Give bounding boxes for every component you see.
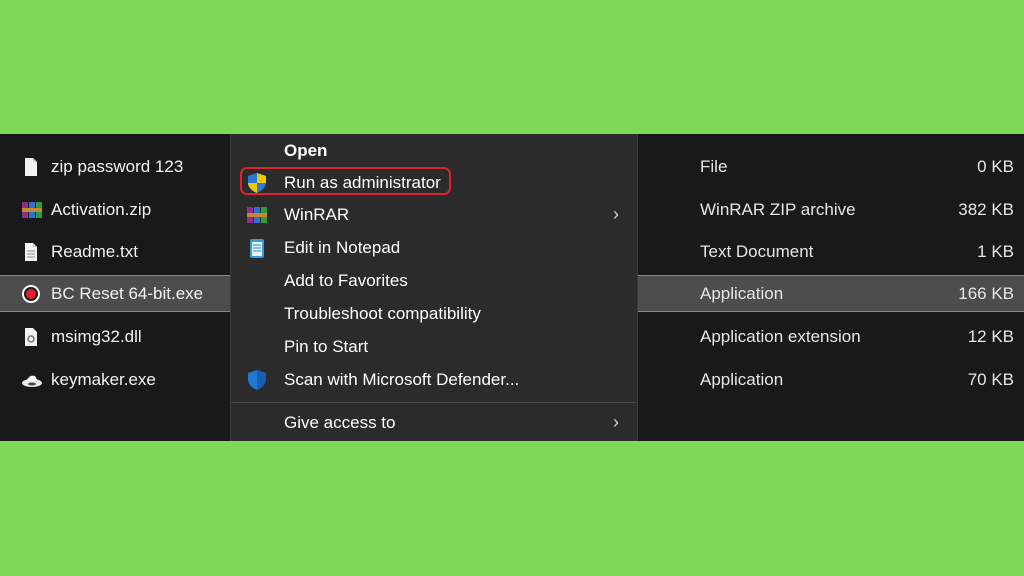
file-name: zip password 123	[51, 157, 184, 176]
menu-item-label: Open	[284, 141, 328, 160]
chevron-right-icon: ›	[613, 412, 619, 432]
menu-item-label: WinRAR	[284, 205, 350, 224]
menu-item-edit-in-notepad[interactable]: Edit in Notepad	[231, 232, 637, 264]
winrar-icon	[245, 204, 269, 226]
file-name: msimg32.dll	[51, 327, 142, 346]
dll-file-icon	[21, 327, 41, 347]
file-size: 166 KB	[958, 284, 1014, 303]
file-type: WinRAR ZIP archive	[700, 200, 856, 219]
file-type: Text Document	[700, 242, 814, 261]
keymaker-icon	[21, 370, 42, 390]
defender-shield-icon	[245, 369, 269, 391]
menu-item-winrar[interactable]: WinRAR ›	[231, 199, 637, 231]
file-name: keymaker.exe	[51, 370, 156, 389]
menu-item-label: Give access to	[284, 413, 396, 432]
menu-item-troubleshoot-compatibility[interactable]: Troubleshoot compatibility	[231, 298, 637, 330]
file-size: 0 KB	[977, 157, 1014, 176]
menu-item-give-access-to[interactable]: Give access to ›	[231, 407, 637, 439]
file-name: Readme.txt	[51, 242, 138, 261]
text-file-icon	[21, 157, 41, 177]
record-icon	[21, 284, 41, 304]
menu-item-label: Pin to Start	[284, 337, 369, 356]
file-type: File	[700, 157, 728, 176]
file-type: Application	[700, 284, 784, 303]
file-name: Activation.zip	[51, 200, 152, 219]
file-type: Application	[700, 370, 784, 389]
menu-item-pin-to-start[interactable]: Pin to Start	[231, 331, 637, 363]
file-size: 12 KB	[967, 327, 1014, 346]
notepad-icon	[245, 237, 269, 259]
menu-item-label: Troubleshoot compatibility	[284, 304, 481, 323]
menu-item-open[interactable]: Open	[231, 135, 637, 167]
run-as-admin-highlight	[240, 167, 451, 195]
menu-separator	[231, 402, 637, 403]
column-header-cut	[40, 134, 150, 136]
file-size: 70 KB	[967, 370, 1014, 389]
menu-item-label: Add to Favorites	[284, 271, 408, 290]
file-name: BC Reset 64-bit.exe	[51, 284, 204, 303]
file-type: Application extension	[700, 327, 861, 346]
winrar-icon	[21, 200, 42, 220]
chevron-right-icon: ›	[613, 204, 619, 224]
text-file-icon	[21, 242, 41, 262]
file-size: 1 KB	[977, 242, 1014, 261]
menu-item-scan-with-defender[interactable]: Scan with Microsoft Defender...	[231, 364, 637, 396]
file-size: 382 KB	[958, 200, 1014, 219]
menu-item-add-to-favorites[interactable]: Add to Favorites	[231, 265, 637, 297]
menu-item-label: Scan with Microsoft Defender...	[284, 370, 520, 389]
menu-item-label: Edit in Notepad	[284, 238, 401, 257]
